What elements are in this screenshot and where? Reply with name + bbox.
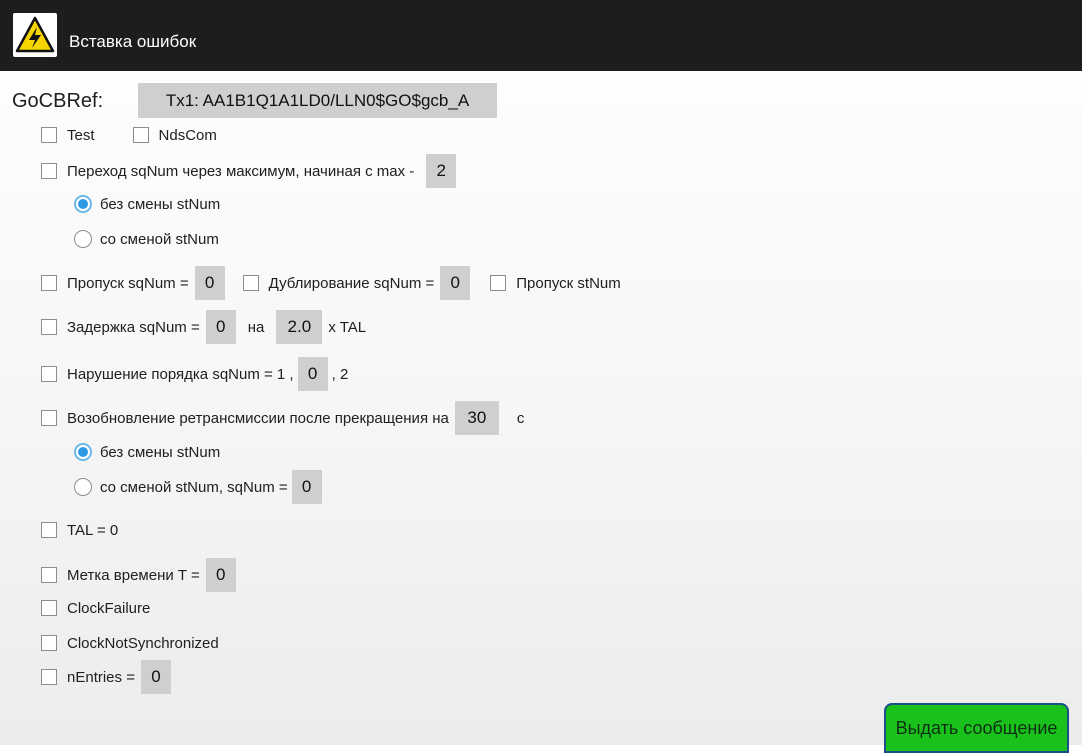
skip-stnum-label: Пропуск stNum bbox=[516, 274, 621, 292]
order-violation-label: Нарушение порядка sqNum = 1 , bbox=[67, 365, 294, 383]
order-violation-checkbox[interactable] bbox=[41, 366, 57, 382]
delay-sqnum-value-field[interactable]: 0 bbox=[205, 310, 236, 344]
dup-sqnum-value-field[interactable]: 0 bbox=[440, 266, 471, 300]
resume-duration-field[interactable]: 30 bbox=[454, 401, 499, 435]
timestamp-checkbox[interactable] bbox=[41, 567, 57, 583]
skip-sqnum-value-field[interactable]: 0 bbox=[194, 266, 225, 300]
title-bar: Вставка ошибок bbox=[0, 0, 1082, 71]
resume-retransmission-label: Возобновление ретрансмиссии после прекра… bbox=[67, 409, 449, 427]
tal-checkbox[interactable] bbox=[41, 522, 57, 538]
delay-by-label: на bbox=[247, 318, 265, 336]
rollover-keep-stnum-option[interactable]: без смены stNum bbox=[74, 187, 220, 221]
tal-label: TAL = 0 bbox=[67, 521, 119, 539]
nentries-checkbox[interactable] bbox=[41, 669, 57, 685]
clock-not-sync-row: ClockNotSynchronized bbox=[41, 626, 219, 660]
skip-sqnum-label: Пропуск sqNum = bbox=[67, 274, 189, 292]
rollover-keep-stnum-radio[interactable] bbox=[74, 195, 92, 213]
clock-failure-label: ClockFailure bbox=[67, 599, 151, 617]
delay-sqnum-checkbox[interactable] bbox=[41, 319, 57, 335]
resume-unit-label: с bbox=[516, 409, 525, 427]
nentries-value-field[interactable]: 0 bbox=[140, 660, 171, 694]
window-title: Вставка ошибок bbox=[69, 32, 197, 51]
delay-unit-label: x TAL bbox=[328, 318, 367, 336]
order-violation-value-field[interactable]: 0 bbox=[297, 357, 328, 391]
nentries-label: nEntries = bbox=[67, 668, 135, 686]
delay-factor-field[interactable]: 2.0 bbox=[276, 310, 323, 344]
skip-dup-row: Пропуск sqNum = 0 Дублирование sqNum = 0… bbox=[41, 266, 621, 300]
sqnum-rollover-checkbox[interactable] bbox=[41, 163, 57, 179]
test-checkbox[interactable] bbox=[41, 127, 57, 143]
resume-keep-stnum-option[interactable]: без смены stNum bbox=[74, 435, 220, 469]
test-label: Test bbox=[67, 126, 95, 144]
nentries-row: nEntries = 0 bbox=[41, 660, 171, 694]
sqnum-rollover-label: Переход sqNum через максимум, начиная с … bbox=[67, 162, 415, 180]
rollover-keep-stnum-label: без смены stNum bbox=[100, 195, 221, 213]
dup-sqnum-checkbox[interactable] bbox=[242, 275, 259, 291]
resume-keep-stnum-radio[interactable] bbox=[74, 443, 92, 461]
issue-message-button[interactable]: Выдать сообщение bbox=[884, 703, 1069, 753]
resume-change-stnum-option[interactable]: со сменой stNum, sqNum = 0 bbox=[74, 470, 322, 504]
ndscom-checkbox[interactable] bbox=[132, 127, 149, 143]
clock-not-sync-checkbox[interactable] bbox=[41, 635, 57, 651]
order-violation-tail: , 2 bbox=[331, 365, 349, 383]
resume-change-stnum-label: со сменой stNum, sqNum = bbox=[100, 478, 288, 496]
skip-sqnum-checkbox[interactable] bbox=[41, 275, 57, 291]
delay-sqnum-label: Задержка sqNum = bbox=[67, 318, 200, 336]
resume-retransmission-checkbox[interactable] bbox=[41, 410, 57, 426]
clock-failure-row: ClockFailure bbox=[41, 591, 150, 625]
rollover-change-stnum-radio[interactable] bbox=[74, 230, 92, 248]
resume-retransmission-row: Возобновление ретрансмиссии после прекра… bbox=[41, 401, 524, 435]
skip-stnum-checkbox[interactable] bbox=[490, 275, 507, 291]
clock-failure-checkbox[interactable] bbox=[41, 600, 57, 616]
sqnum-rollover-row: Переход sqNum через максимум, начиная с … bbox=[41, 154, 457, 188]
timestamp-label: Метка времени T = bbox=[67, 566, 200, 584]
order-violation-row: Нарушение порядка sqNum = 1 , 0 , 2 bbox=[41, 357, 348, 391]
ndscom-label: NdsCom bbox=[158, 126, 217, 144]
delay-sqnum-row: Задержка sqNum = 0 на 2.0 x TAL bbox=[41, 310, 366, 344]
rollover-change-stnum-label: со сменой stNum bbox=[100, 230, 219, 248]
clock-not-sync-label: ClockNotSynchronized bbox=[67, 634, 219, 652]
gocbref-label: GoCBRef: bbox=[12, 90, 104, 112]
tal-row: TAL = 0 bbox=[41, 513, 118, 547]
flags-row: Test NdsCom bbox=[41, 118, 217, 152]
timestamp-row: Метка времени T = 0 bbox=[41, 558, 236, 592]
timestamp-value-field[interactable]: 0 bbox=[205, 558, 236, 592]
resume-keep-stnum-label: без смены stNum bbox=[100, 443, 221, 461]
resume-sqnum-value-field[interactable]: 0 bbox=[291, 470, 322, 504]
gocbref-select[interactable]: Tx1: AA1B1Q1A1LD0/LLN0$GO$gcb_A bbox=[138, 83, 497, 118]
fault-injection-form: GoCBRef: Tx1: AA1B1Q1A1LD0/LLN0$GO$gcb_A… bbox=[0, 71, 1082, 753]
rollover-change-stnum-option[interactable]: со сменой stNum bbox=[74, 222, 219, 256]
resume-change-stnum-radio[interactable] bbox=[74, 478, 92, 496]
high-voltage-warning-icon bbox=[13, 13, 57, 57]
dup-sqnum-label: Дублирование sqNum = bbox=[268, 274, 435, 292]
sqnum-rollover-value-field[interactable]: 2 bbox=[426, 154, 457, 188]
